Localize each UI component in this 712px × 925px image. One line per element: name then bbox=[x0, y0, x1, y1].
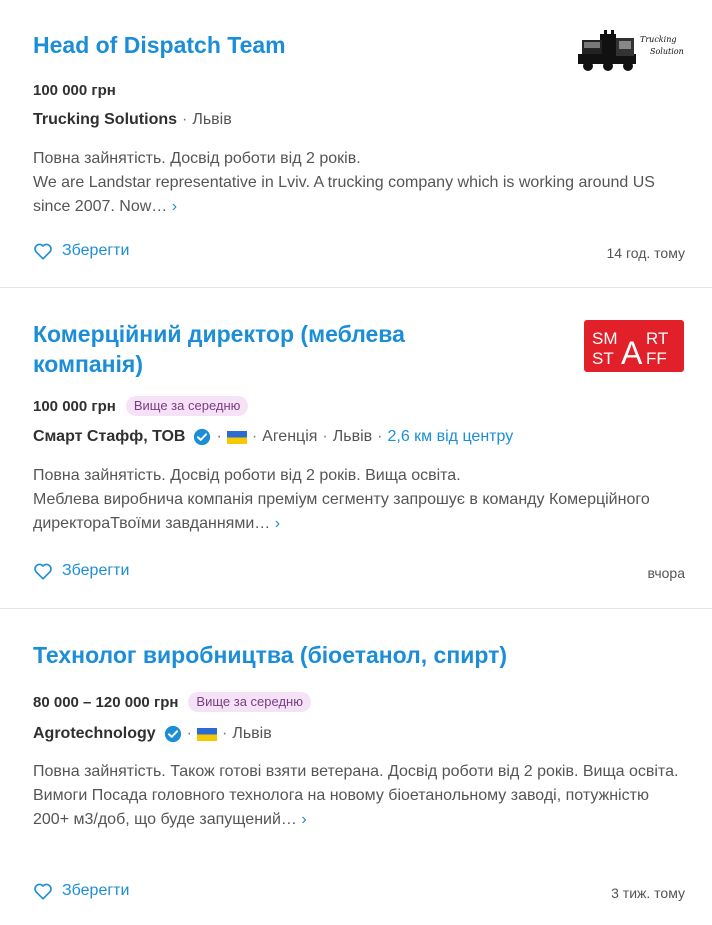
job-title-link[interactable]: Комерційний директор (меблева компанія) bbox=[33, 319, 513, 379]
truck-logo-icon: Trucking Solutions bbox=[578, 30, 688, 71]
job-card[interactable]: Комерційний директор (меблева компанія) … bbox=[0, 288, 712, 609]
salary: 80 000 – 120 000 грн bbox=[33, 693, 179, 711]
company-name[interactable]: Смарт Стафф, ТОВ bbox=[33, 428, 185, 446]
svg-text:SM: SM bbox=[592, 329, 618, 348]
heart-outline-icon bbox=[34, 883, 52, 900]
svg-text:FF: FF bbox=[646, 349, 667, 368]
job-snippet: Меблева виробнича компанія преміум сегме… bbox=[33, 491, 650, 532]
job-description: Повна зайнятість. Досвід роботи від 2 ро… bbox=[33, 147, 684, 219]
distance-link[interactable]: 2,6 км від центру bbox=[387, 428, 513, 446]
job-card[interactable]: Технолог виробництва (біоетанол, спирт) … bbox=[0, 609, 712, 925]
separator: · bbox=[377, 428, 383, 445]
job-title-link[interactable]: Технолог виробництва (біоетанол, спирт) bbox=[33, 640, 513, 670]
smart-staff-logo-icon: SM RT ST FF A bbox=[584, 320, 684, 372]
location: Львів bbox=[332, 428, 373, 445]
separator: · bbox=[322, 428, 328, 445]
salary: 100 000 грн bbox=[33, 397, 116, 415]
verified-check-icon bbox=[164, 725, 181, 743]
separator: · bbox=[222, 725, 228, 742]
job-summary: Повна зайнятість. Також готові взяти вет… bbox=[33, 763, 679, 780]
heart-outline-icon bbox=[34, 563, 52, 580]
separator: · bbox=[186, 725, 192, 742]
company-name[interactable]: Trucking Solutions bbox=[33, 111, 177, 129]
job-title-link[interactable]: Head of Dispatch Team bbox=[33, 30, 513, 60]
save-button[interactable]: Зберегти bbox=[33, 882, 129, 900]
svg-text:RT: RT bbox=[646, 329, 668, 348]
location: Львів bbox=[232, 725, 272, 742]
save-label: Зберегти bbox=[62, 242, 130, 259]
read-more-link[interactable]: › bbox=[275, 515, 280, 532]
company-logo-trucking-solutions[interactable]: Trucking Solutions bbox=[578, 28, 688, 79]
above-average-badge: Вище за середню bbox=[188, 692, 311, 712]
save-label: Зберегти bbox=[62, 562, 130, 579]
read-more-link[interactable]: › bbox=[172, 198, 177, 215]
location: Львів bbox=[192, 111, 232, 128]
job-description: Повна зайнятість. Також готові взяти вет… bbox=[33, 760, 684, 832]
above-average-badge: Вище за середню bbox=[125, 396, 249, 416]
separator: · bbox=[216, 428, 222, 445]
separator: · bbox=[182, 111, 188, 128]
agency-label: Агенція bbox=[262, 428, 318, 445]
job-snippet: Вимоги Посада головного технолога на нов… bbox=[33, 787, 649, 828]
job-description: Повна зайнятість. Досвід роботи від 2 ро… bbox=[33, 464, 684, 536]
job-card[interactable]: Head of Dispatch Team Trucking Solutions… bbox=[0, 0, 712, 288]
job-summary: Повна зайнятість. Досвід роботи від 2 ро… bbox=[33, 467, 461, 484]
verified-check-icon bbox=[194, 428, 211, 446]
job-summary: Повна зайнятість. Досвід роботи від 2 ро… bbox=[33, 150, 361, 167]
save-button[interactable]: Зберегти bbox=[33, 242, 129, 260]
ukraine-flag-icon bbox=[197, 727, 217, 741]
heart-outline-icon bbox=[34, 243, 52, 260]
save-label: Зберегти bbox=[62, 882, 130, 899]
svg-text:Solutions: Solutions bbox=[650, 47, 684, 56]
job-snippet: We are Landstar representative in Lviv. … bbox=[33, 174, 655, 215]
salary: 100 000 грн bbox=[33, 82, 116, 99]
posted-time: вчора bbox=[647, 565, 685, 581]
company-logo-smart-staff[interactable]: SM RT ST FF A bbox=[584, 320, 684, 377]
company-name[interactable]: Agrotechnology bbox=[33, 725, 156, 743]
ukraine-flag-icon bbox=[226, 430, 247, 444]
read-more-link[interactable]: › bbox=[301, 811, 306, 828]
posted-time: 3 тиж. тому bbox=[611, 885, 685, 901]
svg-text:ST: ST bbox=[592, 349, 614, 368]
separator: · bbox=[251, 428, 258, 445]
svg-text:Trucking: Trucking bbox=[640, 35, 676, 44]
svg-text:A: A bbox=[621, 335, 643, 371]
posted-time: 14 год. тому bbox=[606, 245, 685, 261]
save-button[interactable]: Зберегти bbox=[33, 562, 129, 580]
